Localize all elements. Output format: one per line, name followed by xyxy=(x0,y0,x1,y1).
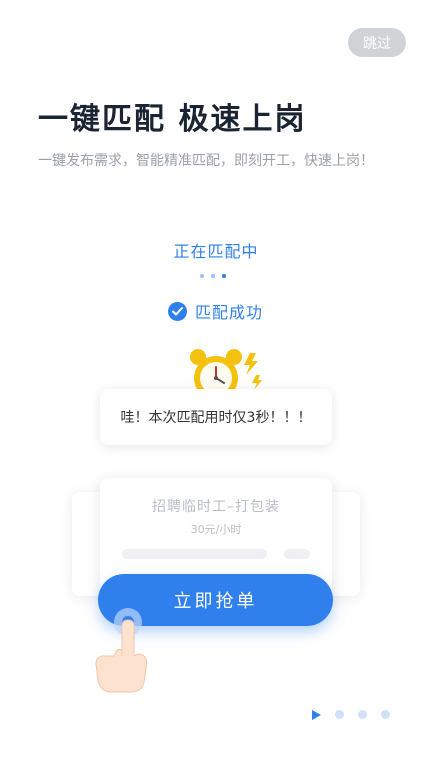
check-icon xyxy=(168,301,187,321)
match-time-message: 哇！本次匹配用时仅3秒！！！ xyxy=(100,389,332,445)
skip-button[interactable]: 跳过 xyxy=(348,28,406,57)
placeholder-bar xyxy=(284,549,310,559)
placeholder-bar xyxy=(122,549,267,559)
pager-dot[interactable] xyxy=(381,710,390,719)
job-title: 招聘临时工–打包装 xyxy=(152,499,280,515)
lightning-icon xyxy=(244,353,262,390)
page-subtitle: 一键发布需求，智能精准匹配，即刻开工，快速上岗！ xyxy=(38,153,374,169)
loading-dot xyxy=(222,274,226,278)
pager-dot[interactable] xyxy=(358,710,367,719)
play-icon[interactable] xyxy=(312,705,321,724)
onboarding-pager xyxy=(312,705,390,724)
match-success: 匹配成功 xyxy=(168,299,263,323)
pager-dot[interactable] xyxy=(335,710,344,719)
page-title: 一键匹配 极速上岗 xyxy=(38,102,307,137)
loading-dot xyxy=(211,274,215,278)
pointing-hand-icon xyxy=(88,590,152,694)
match-success-label: 匹配成功 xyxy=(195,303,264,322)
loading-dots xyxy=(200,274,226,278)
loading-dot xyxy=(200,274,204,278)
matching-status: 正在匹配中 xyxy=(173,242,259,261)
job-wage: 30元/小时 xyxy=(190,523,242,536)
